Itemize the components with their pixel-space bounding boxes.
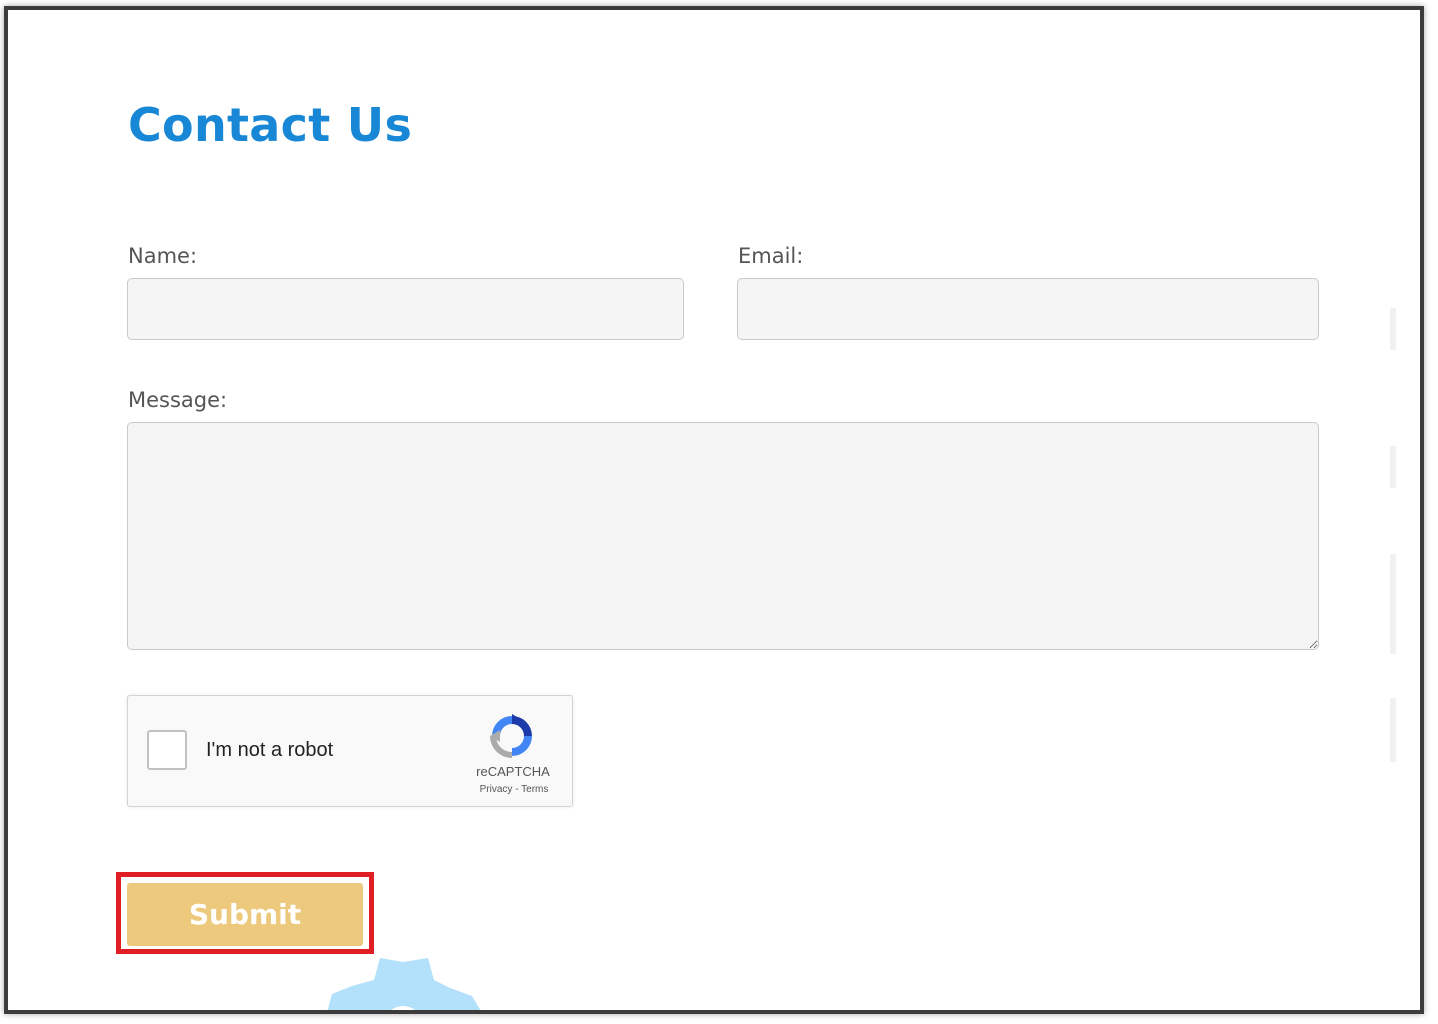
- edge-artifact: [1390, 446, 1396, 488]
- recaptcha-logo-icon: [490, 714, 532, 758]
- name-label: Name:: [128, 244, 198, 268]
- email-label: Email:: [738, 244, 804, 268]
- recaptcha-label: I'm not a robot: [206, 739, 334, 761]
- page-title: Contact Us: [128, 98, 413, 152]
- recaptcha-checkbox[interactable]: [147, 730, 187, 770]
- edge-artifact: [1390, 554, 1396, 654]
- email-input[interactable]: [737, 278, 1319, 340]
- edge-artifact: [1390, 698, 1396, 762]
- gear-icon: [327, 958, 481, 1010]
- page-frame: Contact Us Name: Email: Message: I'm not…: [4, 6, 1424, 1014]
- message-textarea[interactable]: [127, 422, 1319, 650]
- link-separator: -: [515, 784, 519, 795]
- name-input[interactable]: [127, 278, 684, 340]
- submit-button[interactable]: Submit: [127, 883, 363, 946]
- recaptcha-links: Privacy - Terms: [464, 784, 564, 795]
- message-label: Message:: [128, 388, 228, 412]
- terms-link[interactable]: Terms: [521, 784, 548, 795]
- recaptcha-brand: reCAPTCHA: [476, 764, 550, 779]
- edge-artifact: [1390, 308, 1396, 350]
- recaptcha-widget: I'm not a robot reCAPTCHA Privacy - Term…: [127, 695, 573, 807]
- privacy-link[interactable]: Privacy: [480, 784, 513, 795]
